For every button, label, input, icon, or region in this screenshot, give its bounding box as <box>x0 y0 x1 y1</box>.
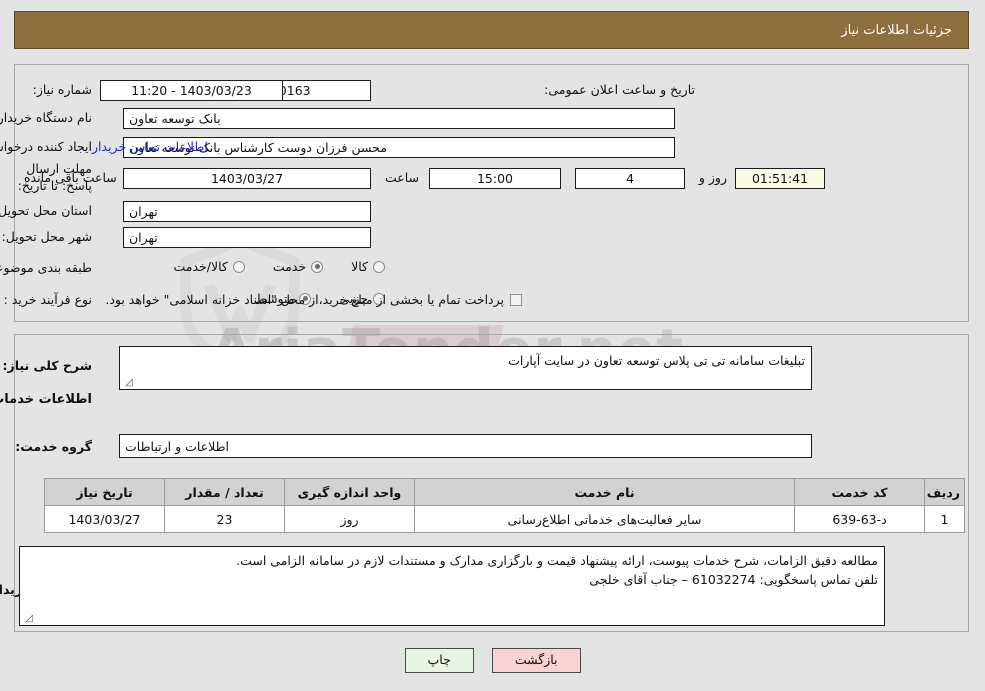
need-number-label-wrap: شماره نیاز: <box>33 82 92 97</box>
cell-unit: روز <box>284 505 415 533</box>
category-option-goods-label: کالا <box>351 259 368 274</box>
th-service-name: نام خدمت <box>414 478 795 506</box>
province-label-wrap: استان محل تحویل: <box>0 203 92 218</box>
description-textarea[interactable]: تبلیغات سامانه تی تی پلاس توسعه تعاون در… <box>119 346 812 390</box>
radio-goods-icon[interactable] <box>373 260 385 273</box>
cell-need-date: 1403/03/27 <box>44 505 165 533</box>
services-table: ردیف کد خدمت نام خدمت واحد اندازه گیری ت… <box>44 478 965 533</box>
category-option-goods-service[interactable]: کالا/خدمت <box>173 259 245 274</box>
page-title: جزئیات اطلاعات نیاز <box>841 22 952 38</box>
th-service-code: کد خدمت <box>794 478 925 506</box>
category-radio-group: کالا خدمت کالا/خدمت <box>173 259 385 274</box>
cell-service-name: سایر فعالیت‌های خدماتی اطلاع‌رسانی <box>414 505 795 533</box>
description-label: شرح کلی نیاز: <box>2 358 92 373</box>
service-group-value: اطلاعات و ارتباطات <box>119 434 812 458</box>
category-option-goods[interactable]: کالا <box>351 259 385 274</box>
service-group-label: گروه خدمت: <box>15 439 92 454</box>
process-label-wrap: نوع فرآیند خرید : <box>4 292 92 307</box>
deadline-time-value: 15:00 <box>429 168 561 189</box>
services-section-title: اطلاعات خدمات مورد نیاز <box>0 392 92 407</box>
treasury-bond-checkbox[interactable] <box>510 293 522 306</box>
category-option-goods-service-label: کالا/خدمت <box>173 259 228 274</box>
creator-label: ایجاد کننده درخواست: <box>0 139 92 154</box>
buyer-org-value: بانک توسعه تعاون <box>123 108 675 129</box>
resize-grip-icon[interactable]: ◿ <box>123 378 133 388</box>
back-button[interactable]: بازگشت <box>491 648 581 673</box>
cell-quantity: 23 <box>164 505 285 533</box>
buyer-notes-textarea[interactable]: مطالعه دقیق الزامات، شرح خدمات پیوست، ار… <box>19 546 885 626</box>
category-label: طبقه بندی موضوعی: <box>0 260 92 275</box>
time-label-wrap: ساعت <box>385 170 419 185</box>
announce-label-wrap: تاریخ و ساعت اعلان عمومی: <box>544 82 695 97</box>
print-button[interactable]: چاپ <box>404 648 474 673</box>
remaining-days-label: روز و <box>698 170 727 185</box>
service-group-label-wrap: گروه خدمت: <box>15 439 92 454</box>
creator-label-wrap: ایجاد کننده درخواست: <box>0 139 92 154</box>
cell-row-number: 1 <box>924 505 965 533</box>
remaining-label-wrap: ساعت باقی مانده <box>24 170 117 185</box>
need-number-label: شماره نیاز: <box>32 82 92 97</box>
announce-date-value: 1403/03/23 - 11:20 <box>100 80 283 101</box>
announce-date-label: تاریخ و ساعت اعلان عمومی: <box>544 82 695 97</box>
city-label-wrap: شهر محل تحویل: <box>2 229 92 244</box>
remaining-hours-label: ساعت باقی مانده <box>24 170 117 185</box>
radio-service-icon[interactable] <box>311 260 324 273</box>
contact-link-wrap[interactable]: اطلاعات تماس خریدار <box>92 139 208 154</box>
page-root: AriaTender.net جزئیات اطلاعات نیاز شماره… <box>0 0 985 691</box>
city-value: تهران <box>123 227 371 248</box>
category-option-service[interactable]: خدمت <box>272 259 324 274</box>
page-header: جزئیات اطلاعات نیاز <box>14 11 969 49</box>
th-row: ردیف <box>924 478 965 506</box>
buyer-org-label-wrap: نام دستگاه خریدار: <box>0 110 92 125</box>
days-label-wrap: روز و <box>699 170 727 185</box>
cell-service-code: د-63-639 <box>794 505 925 533</box>
treasury-bond-text: پرداخت تمام یا بخشی از مبلغ خرید،از محل … <box>105 292 504 307</box>
th-quantity: تعداد / مقدار <box>164 478 285 506</box>
description-label-wrap: شرح کلی نیاز: <box>3 358 92 373</box>
category-option-service-label: خدمت <box>272 259 307 274</box>
province-label: استان محل تحویل: <box>0 203 92 218</box>
category-label-wrap: طبقه بندی موضوعی: <box>0 260 92 275</box>
remaining-days-value: 4 <box>575 168 685 189</box>
buyer-notes-line-2: تلفن تماس پاسخگویی: 61032274 – جناب آقای… <box>589 572 878 588</box>
notes-resize-grip-icon[interactable]: ◿ <box>23 614 33 624</box>
need-info-panel <box>14 64 969 322</box>
city-label: شهر محل تحویل: <box>1 229 92 244</box>
table-row: 1 د-63-639 سایر فعالیت‌های خدماتی اطلاع‌… <box>44 505 965 533</box>
th-unit: واحد اندازه گیری <box>284 478 415 506</box>
process-type-label: نوع فرآیند خرید : <box>3 292 92 307</box>
treasury-bond-option[interactable]: پرداخت تمام یا بخشی از مبلغ خرید،از محل … <box>105 292 522 307</box>
buyer-org-label: نام دستگاه خریدار: <box>0 110 92 125</box>
description-value: تبلیغات سامانه تی تی پلاس توسعه تعاون در… <box>508 353 805 368</box>
action-buttons: بازگشت چاپ <box>0 648 985 673</box>
radio-goods-service-icon[interactable] <box>232 260 245 273</box>
countdown-timer: 01:51:41 <box>735 168 825 189</box>
buyer-contact-link[interactable]: اطلاعات تماس خریدار <box>92 139 208 154</box>
services-table-wrap: ردیف کد خدمت نام خدمت واحد اندازه گیری ت… <box>44 478 965 533</box>
buyer-notes-line-1: مطالعه دقیق الزامات، شرح خدمات پیوست، ار… <box>236 553 878 568</box>
deadline-time-label: ساعت <box>384 170 419 185</box>
table-header-row: ردیف کد خدمت نام خدمت واحد اندازه گیری ت… <box>44 478 965 506</box>
province-value: تهران <box>123 201 371 222</box>
deadline-date-value: 1403/03/27 <box>123 168 371 189</box>
th-need-date: تاریخ نیاز <box>44 478 165 506</box>
